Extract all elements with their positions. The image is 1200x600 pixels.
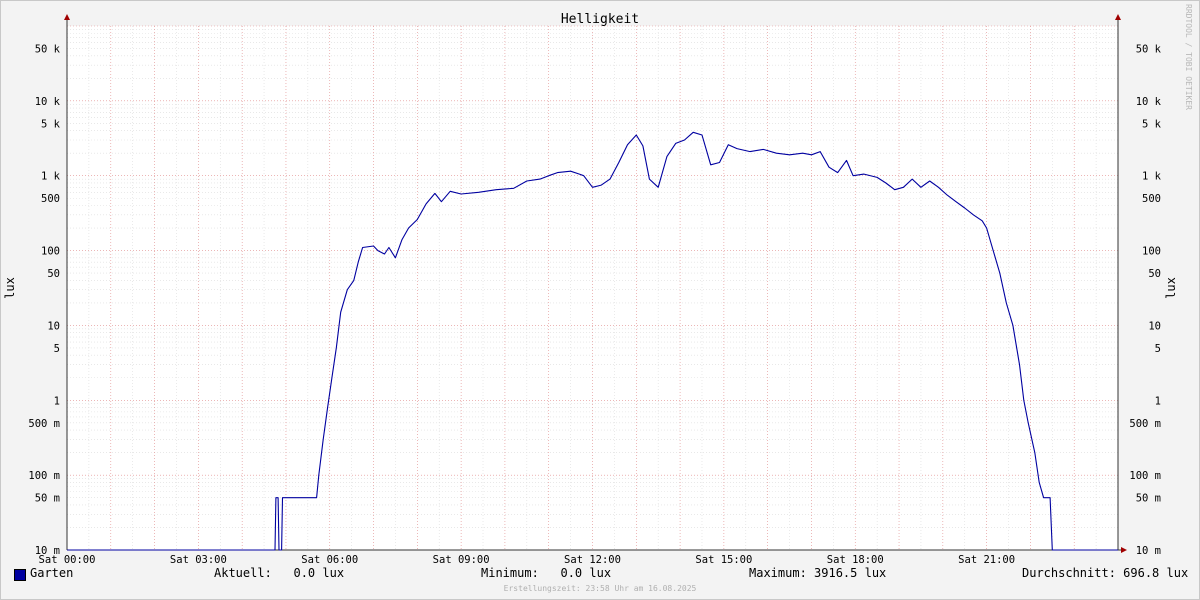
y-tick-label-left: 5 k (41, 118, 61, 130)
legend-maximum: Maximum: 3916.5 lux (749, 566, 886, 580)
x-tick-label: Sat 03:00 (170, 554, 227, 566)
y-tick-labels-left: 10 m50 m100 m500 m1510501005001 k5 k10 k… (28, 44, 60, 557)
x-axis-arrow (1121, 547, 1127, 553)
x-tick-label: Sat 00:00 (39, 554, 96, 566)
legend-current-value: 0.0 lux (293, 566, 345, 580)
y-tick-label-right: 1 (1155, 395, 1161, 407)
y-tick-label-right: 5 k (1142, 118, 1162, 130)
chart-title: Helligkeit (561, 12, 639, 27)
y-tick-label-left: 50 (47, 268, 60, 280)
legend-current: Aktuell: 0.0 lux (214, 566, 344, 580)
y-tick-label-left: 100 m (28, 470, 60, 482)
y-tick-label-left: 100 (41, 246, 60, 258)
y-tick-label-right: 1 k (1142, 171, 1162, 183)
y-tick-label-left: 50 k (35, 44, 61, 56)
y-tick-label-left: 5 (54, 343, 60, 355)
y-tick-labels-right: 10 m 50 m 100 m 500 m 1 5 10 50 100 500 1 k 5 k 10 k… (1129, 44, 1161, 557)
y-tick-label-left: 500 m (28, 418, 60, 430)
x-tick-label: Sat 21:00 (958, 554, 1015, 566)
y-tick-label-right: 50 k (1136, 44, 1162, 56)
legend-minimum: Minimum: 0.0 lux (481, 566, 611, 580)
x-tick-label: Sat 09:00 (433, 554, 490, 566)
legend-minimum-label: Minimum: (481, 566, 539, 580)
x-tick-label: Sat 15:00 (695, 554, 752, 566)
y-tick-label-left: 10 k (35, 96, 61, 108)
y-tick-label-right: 50 (1148, 268, 1161, 280)
y-tick-label-right: 100 m (1129, 470, 1161, 482)
legend-current-label: Aktuell: (214, 566, 272, 580)
y-axis-arrow-right (1115, 14, 1121, 20)
legend-average-label: Durchschnitt: (1022, 566, 1116, 580)
y-tick-label-right: 10 (1148, 320, 1161, 332)
y-tick-label-right: 500 m (1129, 418, 1161, 430)
y-tick-label-right: 10 k (1136, 96, 1162, 108)
y-tick-label-left: 10 (47, 320, 60, 332)
legend-series-name: Garten (30, 566, 74, 580)
brightness-chart: 10 m 50 m 100 m 500 m 1 5 10 50 100 500 1 k 5 k 10 k… (3, 12, 1178, 566)
y-tick-label-left: 500 (41, 193, 60, 205)
y-tick-label-right: 500 (1142, 193, 1161, 205)
y-axis-title-right: lux (1164, 277, 1178, 299)
legend-swatch-garten (14, 569, 26, 581)
y-tick-label-right: 100 (1142, 246, 1161, 258)
legend-average-value: 696.8 lux (1123, 566, 1189, 580)
x-tick-label: Sat 06:00 (301, 554, 358, 566)
x-tick-label: Sat 18:00 (827, 554, 884, 566)
y-tick-label-right: 10 m (1136, 545, 1161, 557)
legend-maximum-label: Maximum: (749, 566, 807, 580)
watermark: RRDTOOL / TOBI OETIKER (1184, 4, 1193, 110)
legend-maximum-value: 3916.5 lux (814, 566, 887, 580)
y-tick-label-left: 1 k (41, 171, 61, 183)
x-tick-labels: Sat 00:00 Sat 03:00 Sat 06:00 Sat 09:00 Sat … (39, 554, 1016, 566)
y-tick-label-left: 50 m (35, 493, 60, 505)
y-axis-title-left: lux (3, 277, 17, 299)
legend-average: Durchschnitt: 696.8 lux (1022, 566, 1188, 580)
y-tick-label-right: 5 (1155, 343, 1161, 355)
x-tick-label: Sat 12:00 (564, 554, 621, 566)
y-axis-arrow-left (64, 14, 70, 20)
y-tick-label-right: 50 m (1136, 493, 1161, 505)
legend-minimum-value: 0.0 lux (560, 566, 612, 580)
creation-time-footer: Erstellungszeit: 23:58 Uhr am 16.08.2025 (503, 584, 697, 593)
y-tick-label-left: 1 (54, 395, 60, 407)
